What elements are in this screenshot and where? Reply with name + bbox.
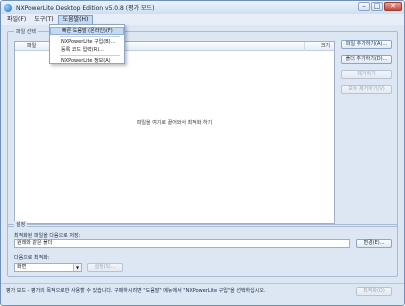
file-list[interactable]: 파일 크기 파일을 여기로 끌어와서 최적화 하기 [14,41,335,224]
optimize-for-label: 다음으로 최적화: [14,255,50,261]
save-location-label: 최적화된 파일을 다음으로 저장: [14,233,81,239]
window-title: NXPowerLite Desktop Edition v5.0.8 (평가 모… [16,5,155,12]
chevron-down-icon[interactable]: ▼ [73,264,81,271]
close-button[interactable]: ✕ [384,2,402,11]
evaluation-notice: 평가 모드 - 평가의 목적으로만 사용할 수 있습니다. 구매하시려면 "도움… [6,288,266,294]
add-files-button[interactable]: 파일 추가하기(A)... [341,40,392,49]
settings-group-label: 설정 [14,221,28,228]
menu-separator [60,36,120,37]
optimize-button[interactable]: 최적화(O) [356,287,392,296]
menu-separator [60,55,120,56]
window-controls: – □ ✕ [358,2,402,11]
minimize-button[interactable]: – [358,2,370,11]
status-bar: 평가 모드 - 평가의 목적으로만 사용할 수 있습니다. 구매하시려면 "도움… [1,283,404,305]
app-logo-icon [4,3,12,12]
title-bar: NXPowerLite Desktop Edition v5.0.8 (평가 모… [1,1,404,14]
remove-all-button[interactable]: 모두 제거하기(V) [341,85,392,94]
drop-hint: 파일을 여기로 끌어와서 최적화 하기 [136,120,213,126]
column-header-size[interactable]: 크기 [304,41,334,51]
remove-button[interactable]: 제거하기 [341,70,392,79]
menu-item-register[interactable]: 등록 코드 입력(R)... [50,46,124,54]
menu-item-about[interactable]: NXPowerLite 정보(A) [50,57,124,65]
menu-item-buy[interactable]: NXPowerLite 구입(B)... [50,38,124,46]
save-location-field[interactable]: 원래와 같은 폴더 [14,239,350,248]
maximize-button[interactable]: □ [371,2,383,11]
add-folder-button[interactable]: 폴더 추가하기(D)... [341,55,392,64]
optimize-for-value: 화면 [17,264,27,270]
file-group-label: 파일 선택 [14,28,38,35]
menu-item-quick-help[interactable]: 빠른 도움말 (온라인)(F) [50,27,124,35]
menu-help[interactable]: 도움말(H) [57,14,94,25]
help-dropdown-menu: 빠른 도움말 (온라인)(F) NXPowerLite 구입(B)... 등록 … [49,24,125,64]
optimize-for-select[interactable]: 화면 ▼ [14,263,82,272]
change-button[interactable]: 변경(E)... [356,239,392,248]
menu-tools[interactable]: 도구(T) [30,15,57,25]
app-window: NXPowerLite Desktop Edition v5.0.8 (평가 모… [0,0,405,306]
optimize-settings-button[interactable]: 설정(S)... [87,263,123,272]
menu-file[interactable]: 파일(F) [3,15,30,25]
